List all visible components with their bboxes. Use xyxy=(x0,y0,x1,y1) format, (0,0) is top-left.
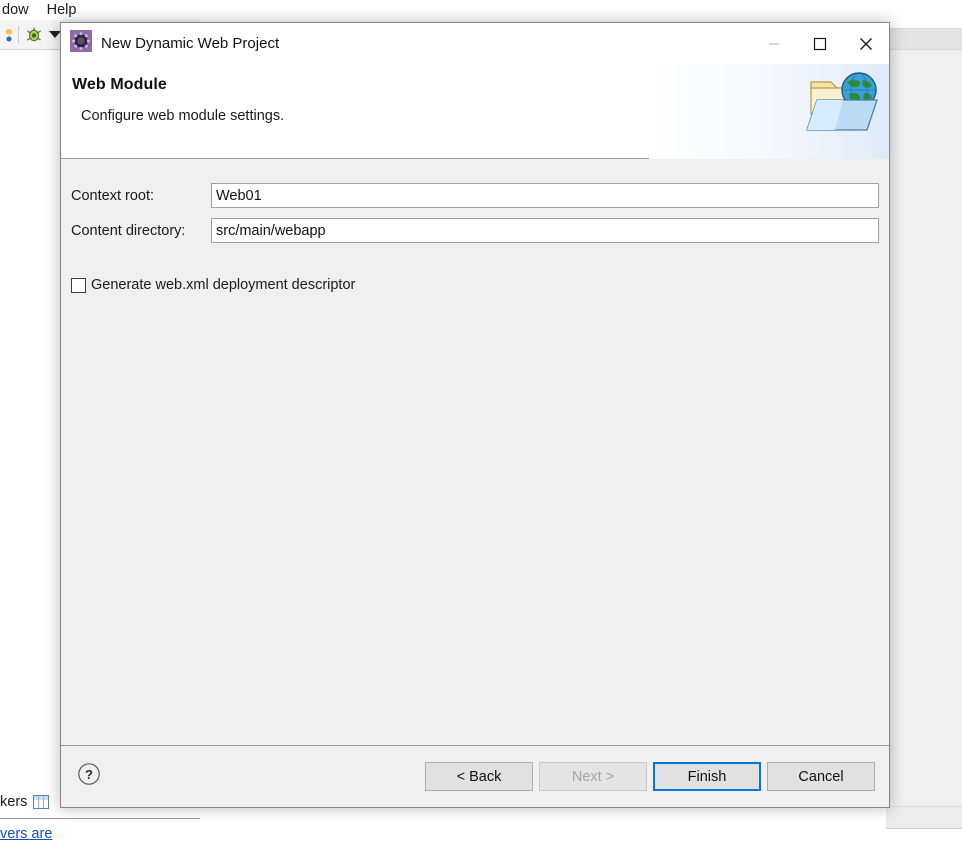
content-directory-label: Content directory: xyxy=(71,222,186,239)
servers-hint-link[interactable]: vers are xyxy=(0,826,52,842)
generate-web-xml-row[interactable]: Generate web.xml deployment descriptor xyxy=(71,277,879,293)
content-directory-row: Content directory: xyxy=(71,218,879,243)
dialog-title-label: New Dynamic Web Project xyxy=(101,35,280,52)
markers-tab-label[interactable]: kers xyxy=(0,794,27,810)
debug-bug-icon[interactable] xyxy=(25,26,43,44)
run-icon[interactable] xyxy=(2,26,12,43)
ide-right-band-lower xyxy=(886,806,962,828)
help-question-icon[interactable]: ? xyxy=(77,762,101,791)
content-directory-input[interactable] xyxy=(211,218,879,243)
close-icon[interactable] xyxy=(843,23,889,64)
window-controls xyxy=(751,23,889,64)
ide-right-band-bottom xyxy=(886,828,962,868)
dialog-header: Web Module Configure web module settings… xyxy=(61,64,889,159)
new-dynamic-web-project-dialog: New Dynamic Web Project Web Module Confi… xyxy=(60,22,890,808)
menu-help[interactable]: Help xyxy=(45,2,77,18)
generate-web-xml-checkbox[interactable] xyxy=(71,277,86,293)
context-root-label: Context root: xyxy=(71,187,155,204)
context-root-input[interactable] xyxy=(211,183,879,208)
maximize-icon[interactable] xyxy=(797,23,843,64)
generate-web-xml-label: Generate web.xml deployment descriptor xyxy=(91,277,356,293)
minimize-icon[interactable] xyxy=(751,23,797,64)
ide-servers-panel: vers are xyxy=(0,818,200,868)
back-button[interactable]: < Back xyxy=(425,762,533,791)
dialog-footer: ? < Back Next > Finish Cancel xyxy=(61,745,889,807)
svg-text:?: ? xyxy=(85,767,93,782)
ide-right-band-upper xyxy=(886,50,962,80)
ide-right-panel xyxy=(886,0,962,868)
dialog-title-bar[interactable]: New Dynamic Web Project xyxy=(61,23,889,64)
ide-right-band-top xyxy=(886,0,962,28)
finish-button[interactable]: Finish xyxy=(653,762,761,791)
cancel-button[interactable]: Cancel xyxy=(767,762,875,791)
markers-table-icon[interactable] xyxy=(33,795,50,809)
ide-right-band-toolbar xyxy=(886,28,962,50)
next-button: Next > xyxy=(539,762,647,791)
dialog-body: Context root: Content directory: Generat… xyxy=(61,159,889,745)
page-title: Web Module xyxy=(72,76,167,93)
eclipse-wizard-gear-icon xyxy=(70,30,101,57)
context-root-row: Context root: xyxy=(71,183,879,208)
ide-menu-bar: dow Help xyxy=(0,0,200,20)
toolbar-separator xyxy=(18,26,19,43)
menu-window[interactable]: dow xyxy=(0,2,29,18)
page-description: Configure web module settings. xyxy=(81,108,285,124)
